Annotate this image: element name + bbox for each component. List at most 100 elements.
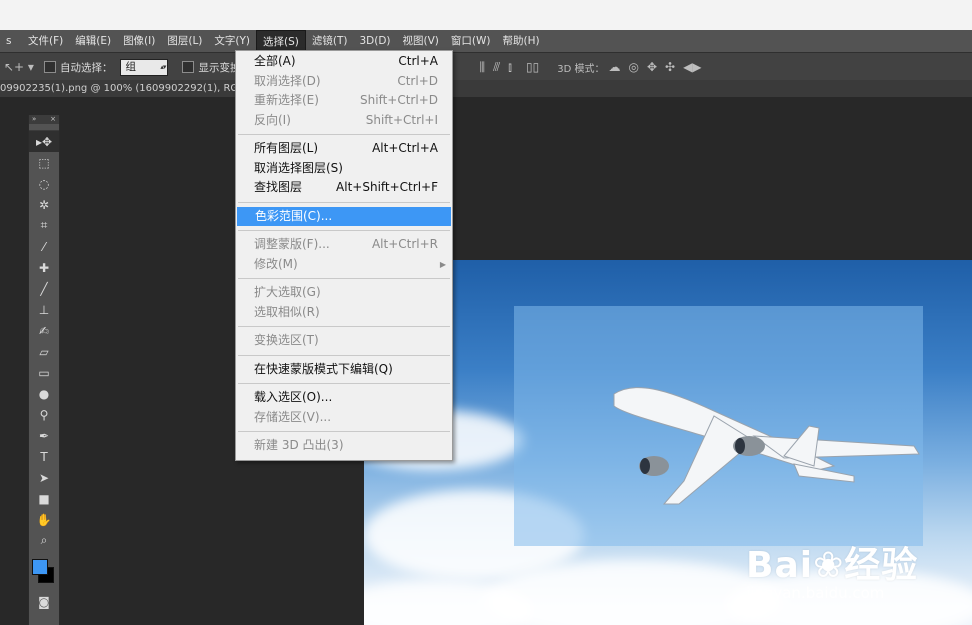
history-brush-icon[interactable]: ✍: [29, 320, 59, 341]
healing-brush-icon[interactable]: ✚: [29, 257, 59, 278]
foreground-color-swatch[interactable]: [32, 559, 48, 575]
gradient-icon[interactable]: ▭: [29, 362, 59, 383]
menu-item-label: 载入选区(O)...: [254, 390, 333, 404]
select-menu-item: 调整蒙版(F)... Alt+Ctrl+R: [236, 235, 452, 255]
ps-logo-icon[interactable]: s: [0, 30, 22, 52]
select-menu-item[interactable]: 取消选择图层(S): [236, 159, 452, 179]
menu-item-label: 取消选择图层(S): [254, 160, 343, 175]
path-select-icon[interactable]: ➤: [29, 467, 59, 488]
menu-separator: [238, 383, 450, 384]
align-center-icon[interactable]: ⫼: [479, 60, 485, 75]
menu-item-shortcut: Alt+Shift+Ctrl+F: [336, 180, 438, 194]
crop-icon[interactable]: ⌗: [29, 215, 59, 236]
close-icon[interactable]: ×: [50, 115, 56, 124]
brush-icon[interactable]: ╱: [29, 278, 59, 299]
select-menu-item: 扩大选取(G): [236, 283, 452, 303]
select-menu-item: 反向(I) Shift+Ctrl+I: [236, 111, 452, 131]
align-middle-icon[interactable]: ⫻: [493, 60, 500, 75]
select-menu-item[interactable]: 载入选区(O)...: [236, 388, 452, 408]
hand-icon[interactable]: ✋: [29, 509, 59, 530]
3d-pan-icon[interactable]: ✥: [647, 60, 657, 74]
3d-mode-label: 3D 模式：: [557, 63, 605, 75]
magic-wand-icon[interactable]: ✲: [29, 194, 59, 215]
menu-item[interactable]: 文件(F): [22, 30, 69, 52]
options-bar: ↖+ ▾ 自动选择： 组 显示变换控件 ⫼ ⫻ ⫾ ▯▯ 3D 模式： ☁ ◎ …: [0, 52, 972, 82]
menu-separator: [238, 326, 450, 327]
shape-icon[interactable]: ■: [29, 488, 59, 509]
menu-separator: [238, 230, 450, 231]
menu-item[interactable]: 滤镜(T): [306, 30, 354, 52]
auto-select-dropdown[interactable]: 组: [120, 58, 169, 76]
select-menu-item[interactable]: 所有图层(L) Alt+Ctrl+A: [236, 139, 452, 159]
quick-mask-icon[interactable]: ◙: [29, 591, 59, 612]
select-menu-item[interactable]: 查找图层 Alt+Shift+Ctrl+F: [236, 178, 452, 198]
selected-image-region: [514, 306, 923, 546]
type-icon[interactable]: T: [29, 446, 59, 467]
menu-item-label: 变换选区(T): [254, 333, 319, 347]
select-menu-item: 选取相似(R): [236, 303, 452, 323]
menu-item[interactable]: 视图(V): [397, 30, 445, 52]
menu-item-label: 全部(A): [254, 54, 296, 68]
select-menu-item: 变换选区(T): [236, 331, 452, 351]
collapse-icon[interactable]: »: [32, 115, 36, 124]
menu-item[interactable]: 帮助(H): [497, 30, 546, 52]
lasso-icon[interactable]: ◌: [29, 173, 59, 194]
document-canvas[interactable]: Bai❀经验 jingyan.baidu.com: [364, 260, 972, 625]
select-menu-item: 修改(M) ▶: [236, 255, 452, 275]
menu-separator: [238, 201, 450, 203]
pen-icon[interactable]: ✒: [29, 425, 59, 446]
menu-item-label: 在快速蒙版模式下编辑(Q): [254, 361, 393, 376]
align-right-icon[interactable]: ⫾: [508, 60, 512, 75]
paw-icon: ❀: [813, 545, 845, 586]
menu-item[interactable]: 3D(D): [353, 30, 396, 52]
menu-item-label: 反向(I): [254, 112, 291, 127]
document-tab-bar: 09902235(1).png @ 100% (1609902292(1), R…: [0, 80, 972, 97]
select-menu-item[interactable]: 全部(A) Ctrl+A: [236, 52, 452, 72]
baidu-watermark: Bai❀经验 jingyan.baidu.com: [746, 536, 918, 602]
menu-item-shortcut: Ctrl+D: [397, 73, 438, 88]
menu-item-label: 所有图层(L): [254, 141, 319, 155]
move-tool-preset-icon[interactable]: ↖+ ▾: [4, 60, 34, 74]
select-menu-item[interactable]: 色彩范围(C)...: [237, 206, 451, 226]
distribute-icon[interactable]: ▯▯: [526, 60, 539, 74]
select-menu-item[interactable]: 在快速蒙版模式下编辑(Q): [236, 360, 452, 380]
zoom-icon[interactable]: ⌕: [29, 530, 59, 551]
marquee-icon[interactable]: ⬚: [29, 152, 59, 173]
select-menu-item: 存储选区(V)...: [236, 408, 452, 428]
document-tab[interactable]: 09902235(1).png @ 100% (1609902292(1), R…: [0, 80, 267, 97]
select-menu-item: 重新选择(E) Shift+Ctrl+D: [236, 91, 452, 111]
blur-icon[interactable]: ●: [29, 383, 59, 404]
show-transform-checkbox[interactable]: [182, 61, 195, 73]
title-strip: [0, 0, 972, 30]
auto-select-label: 自动选择：: [59, 61, 113, 74]
eraser-icon[interactable]: ▱: [29, 341, 59, 362]
canvas-empty-area: [364, 97, 972, 260]
eyedropper-icon[interactable]: ⁄: [29, 236, 59, 257]
3d-rotate-icon[interactable]: ☁: [608, 60, 620, 74]
airplane-image: [613, 387, 920, 505]
menu-item-shortcut: Shift+Ctrl+D: [360, 93, 438, 107]
menu-item-label: 取消选择(D): [254, 73, 321, 88]
watermark-brand-2: 经验: [844, 545, 919, 586]
menu-item[interactable]: 图层(L): [161, 30, 208, 52]
menu-item-label: 新建 3D 凸出(3): [254, 438, 344, 452]
dodge-icon[interactable]: ⚲: [29, 404, 59, 425]
menu-item[interactable]: 文字(Y): [208, 30, 256, 52]
menu-bar: s 文件(F) 编辑(E) 图像(I) 图层(L) 文字(Y) 选择(S) 滤镜(T) 3D(…: [0, 29, 972, 53]
move-icon[interactable]: ▸✥: [29, 131, 59, 152]
3d-roll-icon[interactable]: ◎: [628, 60, 638, 74]
panel-grip[interactable]: [29, 124, 59, 131]
color-swatches: [29, 551, 59, 591]
menu-item[interactable]: 图像(I): [117, 30, 161, 52]
select-menu-item: 取消选择(D) Ctrl+D: [236, 72, 452, 92]
menu-item[interactable]: 编辑(E): [69, 30, 117, 52]
menu-item-label: 色彩范围(C)...: [255, 208, 333, 223]
menu-item-label: 查找图层: [254, 180, 303, 194]
menu-item[interactable]: 窗口(W): [445, 30, 497, 52]
select-menu-item: 新建 3D 凸出(3): [236, 436, 452, 456]
3d-scale-icon[interactable]: ◀▶: [683, 60, 701, 74]
3d-slide-icon[interactable]: ✣: [665, 60, 675, 74]
menu-item-shortcut: Ctrl+A: [398, 54, 438, 68]
stamp-icon[interactable]: ⊥: [29, 299, 59, 320]
auto-select-checkbox[interactable]: [43, 61, 56, 73]
